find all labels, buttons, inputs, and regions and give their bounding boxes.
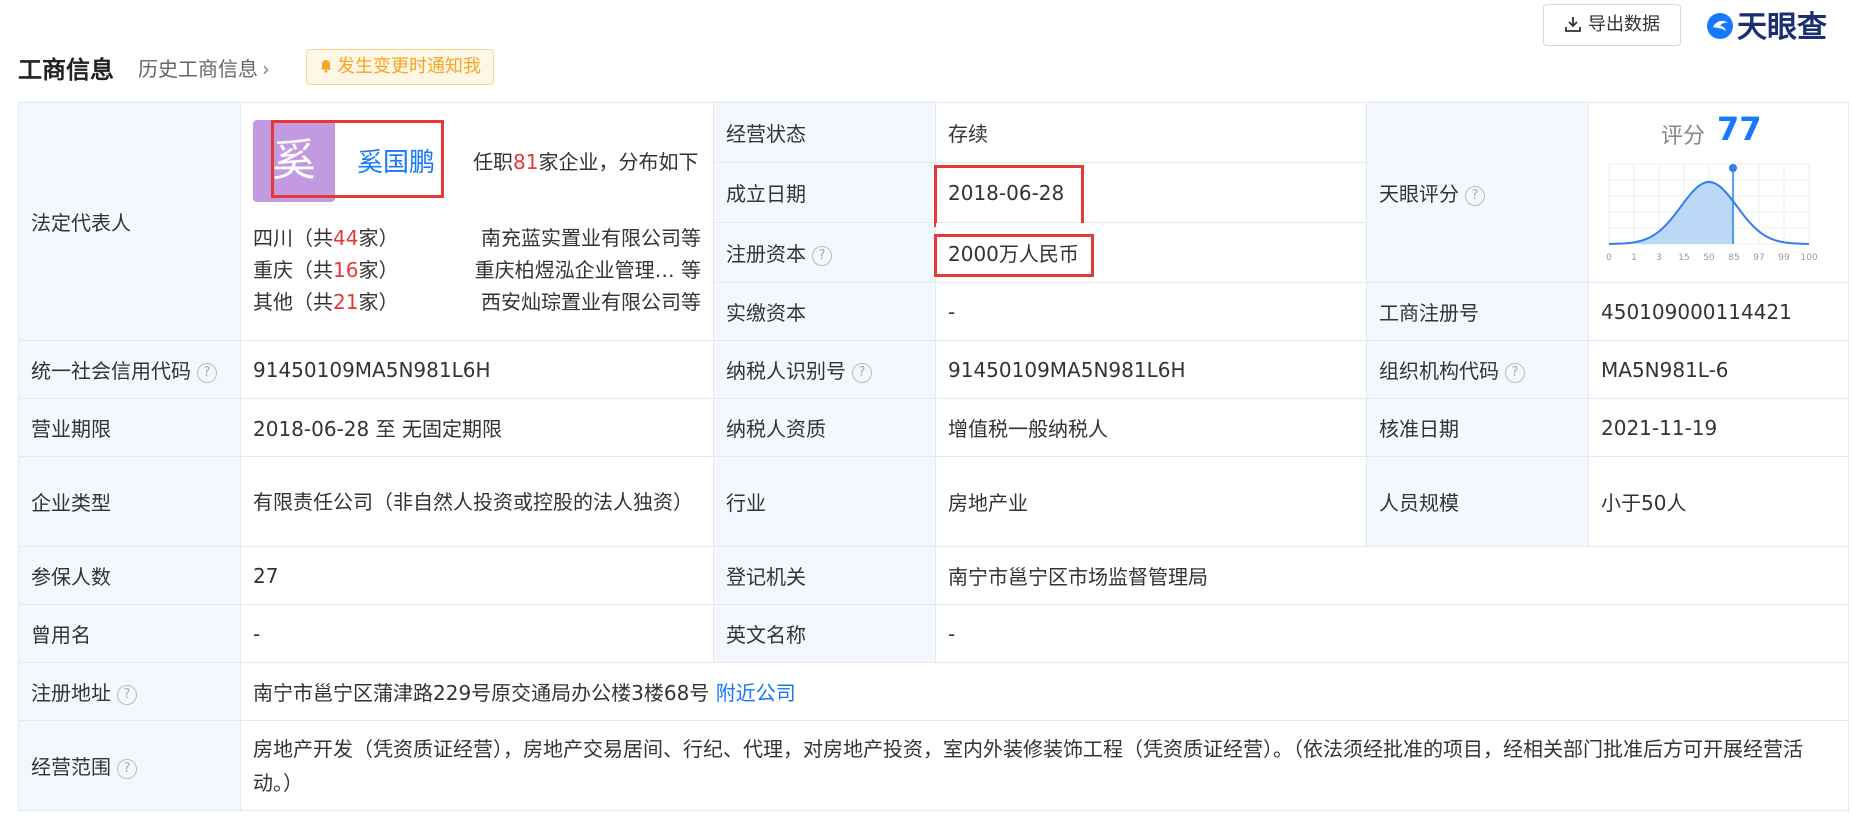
region-chongqing: 重庆（共16家） bbox=[253, 257, 399, 282]
english-label: 英文名称 bbox=[713, 604, 936, 663]
credit-value: 91450109MA5N981L6H bbox=[240, 340, 714, 399]
export-button-label: 导出数据 bbox=[1588, 14, 1660, 35]
logo-mark-icon bbox=[1707, 13, 1733, 39]
region-company[interactable]: 西安灿琮置业有限公司等 bbox=[481, 286, 701, 315]
notify-button[interactable]: 发生变更时通知我 bbox=[306, 49, 494, 85]
help-icon[interactable]: ? bbox=[1465, 186, 1485, 206]
section-header: 工商信息 历史工商信息 › 发生变更时通知我 bbox=[18, 44, 1848, 88]
help-icon[interactable]: ? bbox=[812, 246, 832, 266]
section-title: 工商信息 bbox=[18, 56, 114, 84]
highlight-box-founded bbox=[934, 165, 1084, 227]
highlight-box-capital bbox=[934, 234, 1094, 277]
capital-cell: 2000万人民币 bbox=[934, 222, 1367, 283]
address-value: 南宁市邕宁区蒲津路229号原交通局办公楼3楼68号 bbox=[253, 681, 710, 705]
score-tick-label: 0 bbox=[1606, 253, 1612, 263]
logo-text: 天眼查 bbox=[1737, 10, 1827, 45]
score-distribution-chart: 0 1 3 15 50 85 97 99 100 bbox=[1606, 163, 1818, 263]
industry-label: 行业 bbox=[713, 456, 936, 547]
type-label: 企业类型 bbox=[18, 456, 241, 547]
taxqual-label: 纳税人资质 bbox=[713, 398, 936, 457]
export-button[interactable]: 导出数据 bbox=[1543, 4, 1681, 46]
term-value: 2018-06-28 至 无固定期限 bbox=[240, 398, 714, 457]
score-caption: 评分 bbox=[1661, 123, 1706, 149]
notify-button-label: 发生变更时通知我 bbox=[337, 56, 481, 77]
score-tick-label: 99 bbox=[1778, 253, 1790, 263]
address-label: 注册地址? bbox=[18, 662, 241, 721]
insured-value: 27 bbox=[240, 546, 714, 605]
region-other: 其他（共21家） bbox=[253, 289, 399, 314]
type-value: 有限责任公司（非自然人投资或控股的法人独资） bbox=[240, 456, 714, 547]
paidin-label: 实缴资本 bbox=[713, 282, 936, 341]
former-label: 曾用名 bbox=[18, 604, 241, 663]
approve-label: 核准日期 bbox=[1366, 398, 1589, 457]
paidin-value: - bbox=[935, 282, 1367, 341]
status-label: 经营状态 bbox=[713, 102, 936, 163]
legal-rep-note: 任职81家企业，分布如下 bbox=[473, 146, 698, 175]
tianyancha-logo: 天眼查 bbox=[1705, 2, 1827, 46]
score-tick-label: 100 bbox=[1800, 253, 1817, 263]
regno-value: 450109000114421 bbox=[1588, 282, 1849, 341]
region-company[interactable]: 重庆柏煜泓企业管理… 等 bbox=[475, 254, 701, 283]
score-area bbox=[1609, 181, 1733, 244]
bell-icon bbox=[320, 60, 332, 73]
staff-value: 小于50人 bbox=[1588, 456, 1849, 547]
authority-value: 南宁市邕宁区市场监督管理局 bbox=[935, 546, 1849, 605]
regno-label: 工商注册号 bbox=[1366, 282, 1589, 341]
taxid-label: 纳税人识别号? bbox=[713, 340, 936, 399]
term-label: 营业期限 bbox=[18, 398, 241, 457]
help-icon[interactable]: ? bbox=[852, 363, 872, 383]
founded-cell: 2018-06-28 bbox=[934, 162, 1367, 227]
orgcode-label: 组织机构代码? bbox=[1366, 340, 1589, 399]
score-tick-label: 97 bbox=[1753, 253, 1764, 263]
score-tick-label: 15 bbox=[1678, 253, 1689, 263]
help-icon[interactable]: ? bbox=[117, 759, 137, 779]
taxid-value: 91450109MA5N981L6H bbox=[935, 340, 1367, 399]
region-company[interactable]: 南充蓝实置业有限公司等 bbox=[481, 222, 701, 251]
region-sichuan: 四川（共44家） bbox=[253, 225, 399, 250]
industry-value: 房地产业 bbox=[935, 456, 1367, 547]
info-table: 法定代表人 奚 奚国鹏 任职81家企业，分布如下 四川（共44家） 南充蓝实置业… bbox=[18, 102, 1849, 811]
note-suffix: 家企业，分布如下 bbox=[538, 149, 699, 174]
taxqual-value: 增值税一般纳税人 bbox=[935, 398, 1367, 457]
help-icon[interactable]: ? bbox=[1505, 363, 1525, 383]
approve-value: 2021-11-19 bbox=[1588, 398, 1849, 457]
highlight-box-name bbox=[271, 119, 444, 198]
founded-label: 成立日期 bbox=[713, 162, 936, 223]
note-count: 81 bbox=[513, 149, 539, 174]
staff-label: 人员规模 bbox=[1366, 456, 1589, 547]
legal-rep-label: 法定代表人 bbox=[18, 102, 241, 341]
legal-rep-cell: 奚 奚国鹏 任职81家企业，分布如下 四川（共44家） 南充蓝实置业有限公司等 … bbox=[240, 102, 714, 341]
orgcode-value: MA5N981L-6 bbox=[1588, 340, 1849, 399]
score-tick-label: 3 bbox=[1656, 253, 1662, 263]
scope-value: 房地产开发（凭资质证经营），房地产交易居间、行纪、代理，对房地产投资，室内外装修… bbox=[240, 720, 1849, 811]
score-tick-label: 85 bbox=[1728, 253, 1739, 263]
scope-label: 经营范围? bbox=[18, 720, 241, 811]
download-icon bbox=[1565, 17, 1581, 32]
help-icon[interactable]: ? bbox=[197, 363, 217, 383]
company-info-panel: 工商信息 历史工商信息 › 发生变更时通知我 导出数据 天眼查 法定代表人 奚 奚… bbox=[0, 0, 1853, 822]
credit-label: 统一社会信用代码? bbox=[18, 340, 241, 399]
score-cell: 评分 77 0 1 3 15 50 85 97 99 100 bbox=[1588, 102, 1849, 283]
insured-label: 参保人数 bbox=[18, 546, 241, 605]
score-tick-label: 50 bbox=[1703, 253, 1715, 263]
score-label: 天眼评分? bbox=[1366, 102, 1589, 283]
score-value: 77 bbox=[1717, 109, 1762, 148]
status-value: 存续 bbox=[935, 102, 1367, 163]
score-marker-dot bbox=[1729, 163, 1737, 172]
help-icon[interactable]: ? bbox=[117, 685, 137, 705]
former-value: - bbox=[240, 604, 714, 663]
authority-label: 登记机关 bbox=[713, 546, 936, 605]
history-link-label: 历史工商信息 bbox=[138, 57, 258, 81]
chevron-right-icon: › bbox=[262, 57, 270, 81]
capital-label: 注册资本? bbox=[713, 222, 936, 283]
english-value: - bbox=[935, 604, 1849, 663]
score-tick-label: 1 bbox=[1631, 253, 1637, 263]
note-prefix: 任职 bbox=[473, 149, 513, 174]
nearby-companies-link[interactable]: 附近公司 bbox=[716, 681, 796, 705]
history-link[interactable]: 历史工商信息 › bbox=[138, 53, 270, 82]
address-cell: 南宁市邕宁区蒲津路229号原交通局办公楼3楼68号 附近公司 bbox=[240, 662, 1849, 721]
